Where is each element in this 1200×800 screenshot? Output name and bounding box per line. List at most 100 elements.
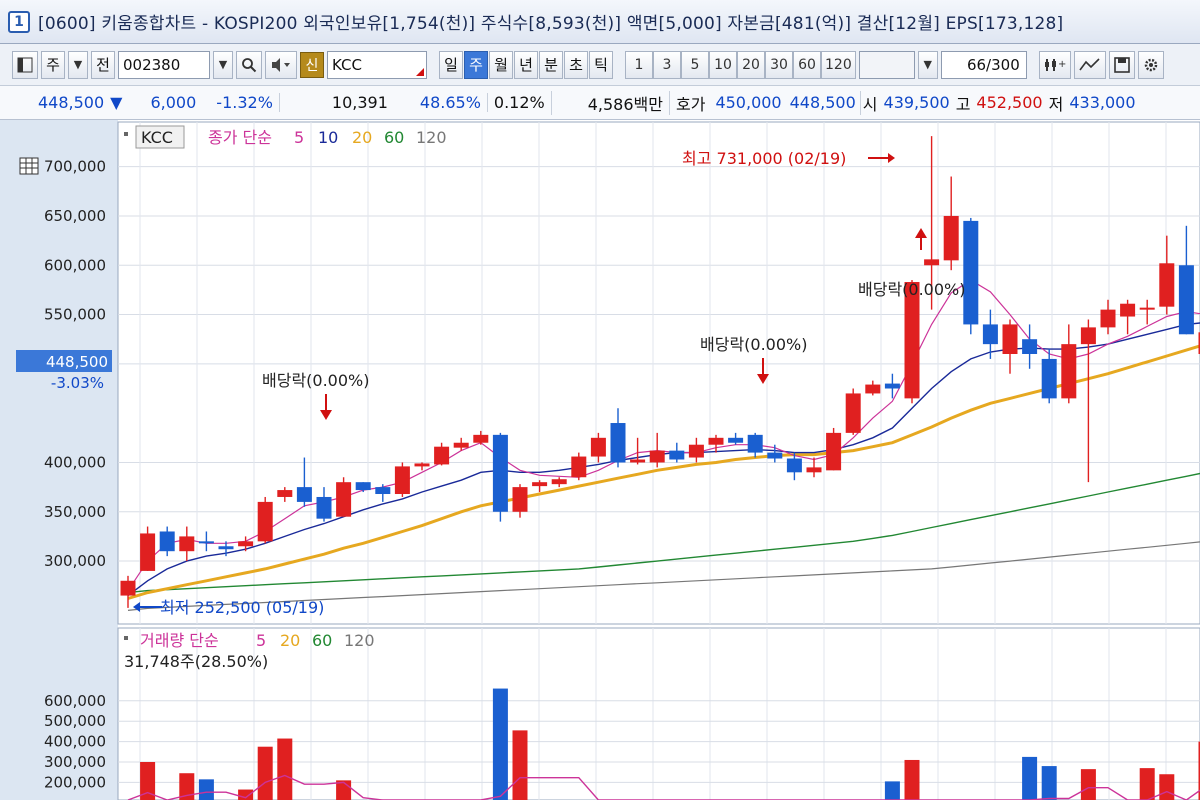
quote-bar: 448,500 ▼ 6,000 -1.32% 10,391 48.65% 0.1… [0,86,1200,120]
volume-bar [257,746,273,800]
low-annotation: 최저 252,500 (05/19) [160,598,324,617]
trendline-tool-icon[interactable] [1073,50,1106,79]
interval-dropdown-icon[interactable]: ▼ [917,50,938,79]
candle-body [924,259,940,266]
dividend-label-2: 배당락(0.00%) [700,335,807,354]
candle-body [179,536,195,552]
ask-price: 450,000 [715,93,782,112]
toolbar: 주 ▼ 전 002380 ▼ 신 KCC 일주월년분초틱 1 3 5 10 20 30 60… [0,44,1200,86]
interval-button-120[interactable]: 120 [821,50,856,79]
period-tab-3[interactable]: 년 [514,50,538,79]
ma-legend-60: 60 [384,128,404,147]
volume-bar [512,730,528,800]
layout-toggle-icon[interactable] [12,50,38,79]
settings-gear-icon[interactable] [1137,50,1164,79]
save-icon[interactable] [1108,50,1135,79]
period-tab-2[interactable]: 월 [489,50,513,79]
price-volume-chart[interactable]: 700,000 650,000 600,000 550,000 500,000 400,0… [0,120,1200,800]
period-tab-1[interactable]: 주 [464,50,488,79]
interval-buttons: 1 3 5 10 20 30 60 120 [625,50,856,79]
stock-name-value: KCC [332,55,362,74]
volume-bar [904,759,920,800]
volume-bar [492,688,508,800]
interval-button-60[interactable]: 60 [793,50,821,79]
interval-button-10[interactable]: 10 [709,50,737,79]
bar-count-field[interactable]: 66/300 [940,50,1027,79]
candle-body [982,324,998,345]
period-tab-0[interactable]: 일 [439,50,463,79]
stock-name-input[interactable]: KCC [327,50,427,79]
candle-body [492,434,508,512]
vol-ma-legend-120: 120 [344,631,375,650]
interval-custom-input[interactable] [858,50,915,79]
bar-count-total: /300 [986,55,1020,74]
period-type-select[interactable]: 주 [41,50,65,79]
interval-button-3[interactable]: 3 [653,50,681,79]
interval-button-5[interactable]: 5 [681,50,709,79]
period-tab-4[interactable]: 분 [539,50,563,79]
window-number-badge[interactable]: 1 [8,10,30,33]
candle-body [1159,263,1175,307]
candle-body [394,466,410,495]
volume-bar [238,789,254,800]
ma-legend-20: 20 [352,128,372,147]
code-dropdown-icon[interactable]: ▼ [213,50,233,79]
candle-body [218,546,234,550]
symbol-box-label: KCC [141,128,173,147]
candle-body [355,482,371,491]
stock-code-input[interactable]: 002380 [118,50,210,79]
legend-bullet-icon [124,132,128,136]
low-label: 저 [1048,94,1064,114]
candle-body [669,450,685,460]
vol-ma-legend-5: 5 [256,631,266,650]
low-price: 433,000 [1069,93,1136,112]
volume-value: 10,391 [278,93,394,112]
period-type-dropdown-icon[interactable]: ▼ [68,50,88,79]
candle-body [728,437,744,443]
bar-count-value: 66 [966,55,987,74]
candle-body [904,282,920,399]
volume-bar [277,738,293,800]
chart-settings-icon[interactable]: + [1038,50,1071,79]
volume-tick-label: 200,000 [44,773,106,791]
bid-price: 448,500 [789,93,856,112]
chart-area[interactable]: 700,000 650,000 600,000 550,000 500,000 400,0… [0,120,1200,800]
period-tab-5[interactable]: 초 [564,50,588,79]
candle-body [238,541,254,547]
table-view-icon[interactable] [19,157,39,175]
interval-button-30[interactable]: 30 [765,50,793,79]
candle-body [649,450,665,463]
search-icon[interactable] [236,50,262,79]
candle-body [963,220,979,325]
corner-marker-icon [416,67,424,76]
new-listing-badge[interactable]: 신 [300,51,324,78]
dividend-label-1: 배당락(0.00%) [262,371,369,390]
candle-body [1139,307,1155,310]
volume-legend-label: 거래량 단순 [140,631,219,650]
volume-tick-label: 500,000 [44,712,106,730]
price-tick-label: 700,000 [44,158,106,176]
ma-legend-120: 120 [416,128,447,147]
title-bar: 1 [0600] 키움종합차트 - KOSPI200 외국인보유[1,754(천… [0,0,1200,44]
open-label: 시 [859,90,880,115]
price-tick-label: 400,000 [44,453,106,471]
prev-button[interactable]: 전 [91,50,115,79]
legend-bullet-icon [124,636,128,640]
volume-ratio: 48.65% [419,93,481,112]
price-change: 6,000 [150,93,197,112]
current-price: 448,500 [38,93,105,112]
candle-body [1178,265,1194,335]
candle-body [767,452,783,459]
period-tab-6[interactable]: 틱 [589,50,613,79]
volume-tick-label: 300,000 [44,753,106,771]
volume-tick-label: 400,000 [44,733,106,751]
volume-bar [1159,774,1175,800]
interval-button-1[interactable]: 1 [625,50,653,79]
interval-button-20[interactable]: 20 [737,50,765,79]
candle-body [943,215,959,261]
candle-body [198,541,214,544]
high-annotation: 최고 731,000 (02/19) [682,149,846,168]
speaker-icon[interactable] [265,50,297,79]
candle-body [865,384,881,394]
price-tick-label: 300,000 [44,552,106,570]
